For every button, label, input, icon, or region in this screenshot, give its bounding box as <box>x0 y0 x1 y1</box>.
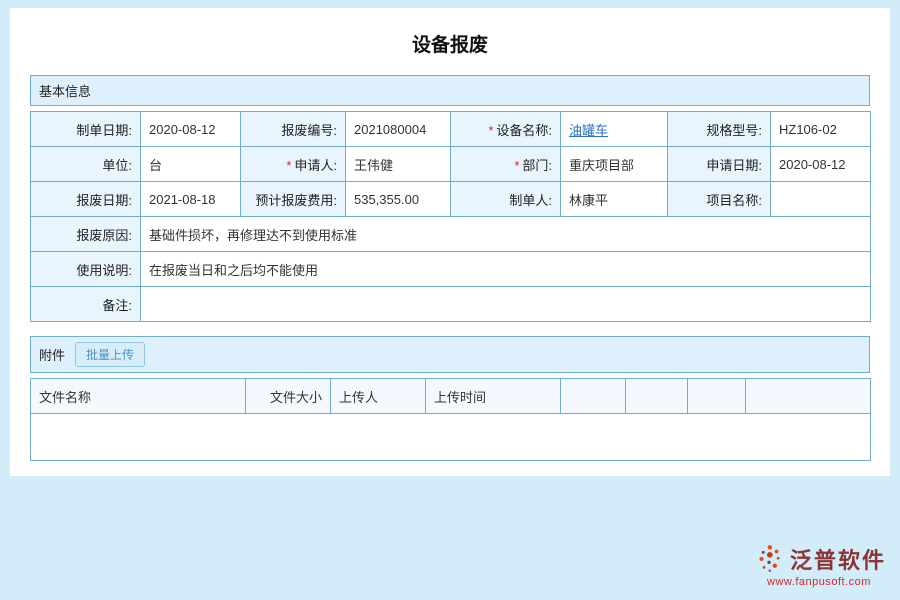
basic-info-section: 基本信息 制单日期: 2020-08-12 报废编号: 2021080004 *… <box>30 75 870 322</box>
field-label: 报废原因: <box>31 217 141 252</box>
field-label: *申请人: <box>241 147 346 182</box>
field-label: 使用说明: <box>31 252 141 287</box>
brand-line: 泛普软件 <box>752 543 886 575</box>
field-value: 2021080004 <box>346 112 451 147</box>
field-value: 王伟健 <box>346 147 451 182</box>
field-label-text: 设备名称: <box>496 123 552 138</box>
required-marker: * <box>488 123 493 138</box>
field-label: 预计报废费用: <box>241 182 346 217</box>
field-label: *部门: <box>451 147 561 182</box>
field-value: 2020-08-12 <box>141 112 241 147</box>
field-value: 重庆项目部 <box>561 147 668 182</box>
page-title: 设备报废 <box>10 8 890 75</box>
form-panel: 设备报废 基本信息 制单日期: 2020-08-12 报废编号: 2021080… <box>10 8 890 476</box>
table-row: 制单日期: 2020-08-12 报废编号: 2021080004 *设备名称:… <box>31 112 871 147</box>
column-header-uploadtime: 上传时间 <box>426 379 561 414</box>
field-value: 基础件损坏，再修理达不到使用标准 <box>141 217 871 252</box>
device-name-link[interactable]: 油罐车 <box>569 123 608 138</box>
column-header-empty <box>746 379 871 414</box>
empty-attachments-area <box>31 414 871 461</box>
field-value: 油罐车 <box>561 112 668 147</box>
field-value: 在报废当日和之后均不能使用 <box>141 252 871 287</box>
column-header-empty <box>688 379 746 414</box>
field-value <box>771 182 871 217</box>
attachments-section: 附件 批量上传 文件名称 文件大小 上传人 上传时间 <box>30 336 870 461</box>
field-label: 项目名称: <box>668 182 771 217</box>
column-header-filesize: 文件大小 <box>246 379 331 414</box>
field-label: 单位: <box>31 147 141 182</box>
table-row: 使用说明: 在报废当日和之后均不能使用 <box>31 252 871 287</box>
column-header-uploader: 上传人 <box>331 379 426 414</box>
field-label-text: 申请人: <box>294 158 337 173</box>
table-row: 报废原因: 基础件损坏，再修理达不到使用标准 <box>31 217 871 252</box>
table-row: 单位: 台 *申请人: 王伟健 *部门: 重庆项目部 申请日期: 2020-08… <box>31 147 871 182</box>
field-label: 制单人: <box>451 182 561 217</box>
field-value: 2021-08-18 <box>141 182 241 217</box>
column-header-filename: 文件名称 <box>31 379 246 414</box>
vendor-logo: 泛普软件 www.fanpusoft.com <box>752 543 886 588</box>
attachments-table: 文件名称 文件大小 上传人 上传时间 <box>30 378 871 461</box>
field-value: 2020-08-12 <box>771 147 871 182</box>
field-label: 规格型号: <box>668 112 771 147</box>
website-url: www.fanpusoft.com <box>752 576 886 588</box>
field-label: *设备名称: <box>451 112 561 147</box>
brand-name: 泛普软件 <box>790 543 886 575</box>
field-label: 制单日期: <box>31 112 141 147</box>
field-value: 535,355.00 <box>346 182 451 217</box>
column-header-empty <box>626 379 688 414</box>
field-value: 台 <box>141 147 241 182</box>
required-marker: * <box>514 158 519 173</box>
required-marker: * <box>286 158 291 173</box>
field-value <box>141 287 871 322</box>
batch-upload-button[interactable]: 批量上传 <box>75 342 145 367</box>
empty-row <box>31 414 871 461</box>
field-label: 报废编号: <box>241 112 346 147</box>
basic-info-title: 基本信息 <box>39 81 91 100</box>
field-value: HZ106-02 <box>771 112 871 147</box>
field-value: 林康平 <box>561 182 668 217</box>
field-label: 申请日期: <box>668 147 771 182</box>
basic-info-header: 基本信息 <box>30 75 870 106</box>
basic-info-table: 制单日期: 2020-08-12 报废编号: 2021080004 *设备名称:… <box>30 111 871 322</box>
field-label: 报废日期: <box>31 182 141 217</box>
attachments-header: 附件 批量上传 <box>30 336 870 373</box>
table-row: 报废日期: 2021-08-18 预计报废费用: 535,355.00 制单人:… <box>31 182 871 217</box>
attachments-title: 附件 <box>39 345 65 364</box>
table-row: 备注: <box>31 287 871 322</box>
field-label-text: 部门: <box>522 158 552 173</box>
field-label: 备注: <box>31 287 141 322</box>
table-header-row: 文件名称 文件大小 上传人 上传时间 <box>31 379 871 414</box>
column-header-empty <box>561 379 626 414</box>
fanpu-dots-icon <box>752 544 786 574</box>
